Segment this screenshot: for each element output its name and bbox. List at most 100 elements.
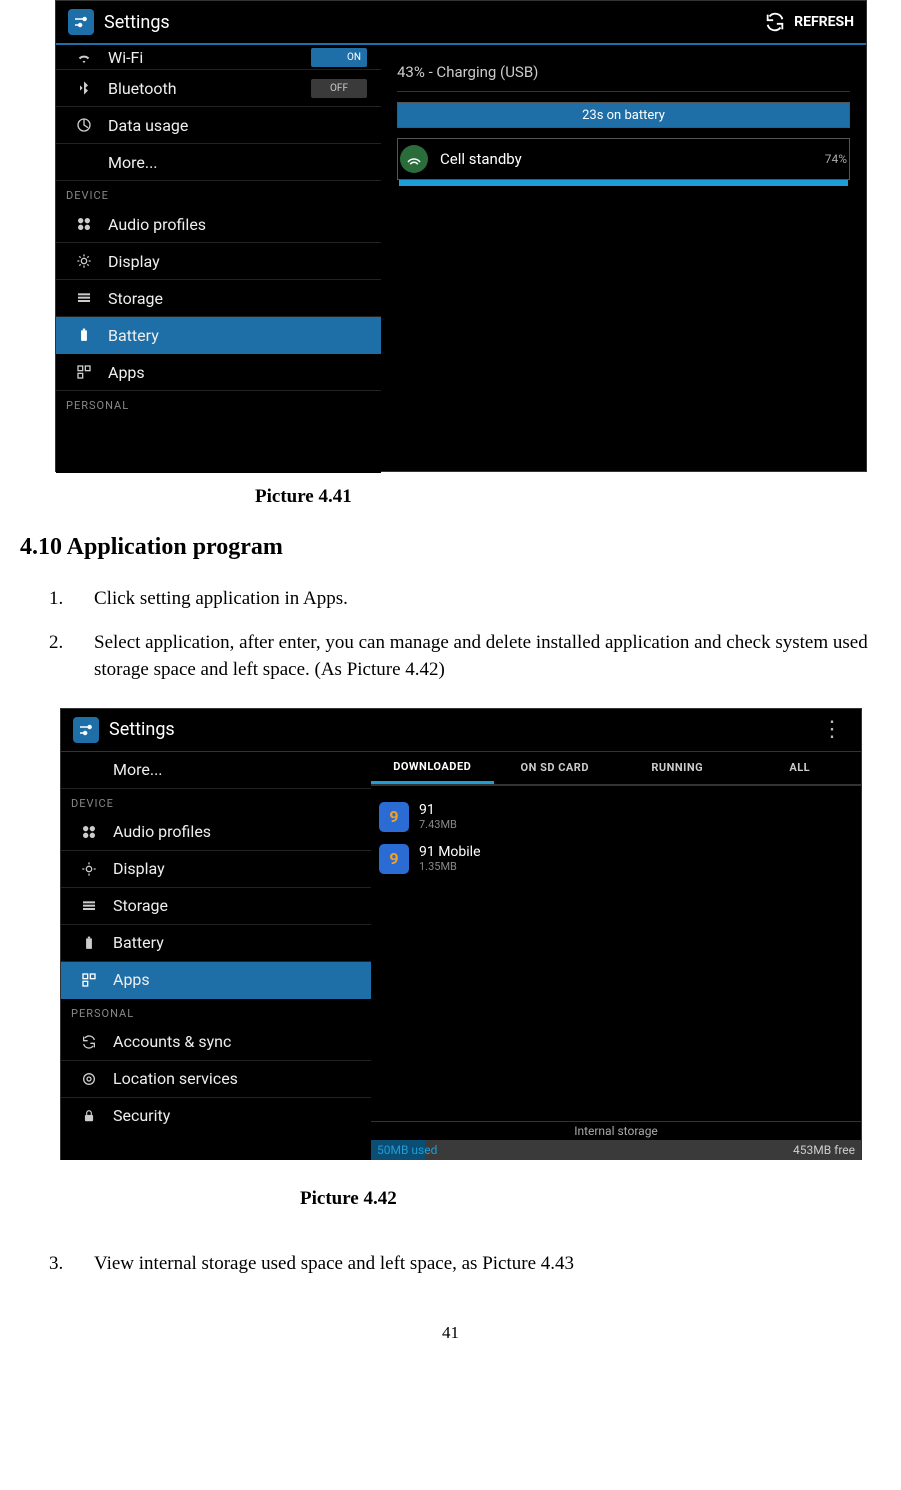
- sidebar-item-security[interactable]: Security: [61, 1098, 371, 1134]
- sidebar-item-apps[interactable]: Apps: [61, 962, 371, 999]
- step-1: Click setting application in Apps.: [68, 585, 881, 613]
- sidebar: More... DEVICE Audio profiles Display: [61, 752, 371, 1160]
- apps-label: Apps: [113, 970, 150, 989]
- sidebar-header-personal: PERSONAL: [56, 391, 381, 416]
- cell-standby-item[interactable]: Cell standby 74%: [397, 138, 850, 186]
- cell-standby-pct: 74%: [825, 152, 847, 166]
- sidebar-header-personal: PERSONAL: [61, 999, 371, 1024]
- sidebar-item-accounts-sync[interactable]: Accounts & sync: [61, 1024, 371, 1061]
- more-label: More...: [113, 760, 163, 779]
- app-icon: 9: [379, 844, 409, 874]
- sidebar-item-wifi[interactable]: Wi-Fi ON: [56, 45, 381, 70]
- battery-label: Battery: [108, 326, 159, 345]
- sidebar-item-more[interactable]: More...: [56, 144, 381, 181]
- sidebar-item-storage[interactable]: Storage: [56, 280, 381, 317]
- list-item[interactable]: 9 91 Mobile1.35MB: [371, 838, 861, 880]
- topbar: Settings REFRESH: [56, 1, 866, 45]
- app-icon: 9: [379, 802, 409, 832]
- page-number: 41: [20, 1323, 881, 1343]
- apps-label: Apps: [108, 363, 145, 382]
- list-item[interactable]: 9 917.43MB: [371, 796, 861, 838]
- battery-icon: [79, 935, 99, 951]
- apps-icon: [74, 364, 94, 380]
- settings-app-icon: [68, 9, 94, 35]
- refresh-label: REFRESH: [794, 14, 854, 30]
- battery-status[interactable]: 43% - Charging (USB): [397, 59, 850, 92]
- sidebar-item-storage[interactable]: Storage: [61, 888, 371, 925]
- sidebar-item-location-services[interactable]: Location services: [61, 1061, 371, 1098]
- storage-bar: 50MB used 453MB free: [371, 1140, 861, 1160]
- data-usage-label: Data usage: [108, 116, 188, 135]
- app-size: 7.43MB: [419, 818, 457, 831]
- storage-used: 50MB used: [377, 1143, 437, 1157]
- sidebar-item-display[interactable]: Display: [56, 243, 381, 280]
- tab-running[interactable]: RUNNING: [616, 752, 739, 784]
- cell-standby-icon: [400, 145, 428, 173]
- accounts-sync-label: Accounts & sync: [113, 1032, 231, 1051]
- caption-4-42: Picture 4.42: [300, 1188, 881, 1210]
- more-label: More...: [108, 153, 158, 172]
- refresh-icon: [764, 11, 786, 33]
- sidebar-item-data-usage[interactable]: Data usage: [56, 107, 381, 144]
- wifi-label: Wi-Fi: [108, 48, 143, 67]
- tab-on-sd-card[interactable]: ON SD CARD: [494, 752, 617, 784]
- storage-icon: [79, 898, 99, 914]
- app-name: 91 Mobile: [419, 844, 481, 860]
- overflow-menu-icon[interactable]: ⋮: [815, 717, 849, 742]
- bluetooth-label: Bluetooth: [108, 79, 177, 98]
- bluetooth-toggle[interactable]: OFF: [311, 79, 367, 98]
- sync-icon: [79, 1034, 99, 1050]
- app-name: 91: [419, 802, 457, 818]
- tabs: DOWNLOADED ON SD CARD RUNNING ALL: [371, 752, 861, 786]
- storage-free: 453MB free: [793, 1143, 855, 1157]
- audio-profiles-icon: [74, 216, 94, 232]
- data-usage-icon: [74, 117, 94, 133]
- app-size: 1.35MB: [419, 860, 481, 873]
- sidebar-item-audio-profiles[interactable]: Audio profiles: [61, 814, 371, 851]
- storage-label: Storage: [108, 289, 163, 308]
- apps-icon: [79, 972, 99, 988]
- battery-icon: [74, 327, 94, 343]
- screen-title: Settings: [104, 12, 170, 33]
- topbar: Settings ⋮: [61, 709, 861, 752]
- battery-label: Battery: [113, 933, 164, 952]
- lock-icon: [79, 1108, 99, 1124]
- wifi-toggle[interactable]: ON: [311, 48, 367, 67]
- battery-time-banner: 23s on battery: [397, 102, 850, 128]
- sidebar-item-audio-profiles[interactable]: Audio profiles: [56, 206, 381, 243]
- sidebar: Wi-Fi ON Bluetooth OFF Data usage: [56, 45, 381, 473]
- sidebar-item-display[interactable]: Display: [61, 851, 371, 888]
- tab-all[interactable]: ALL: [739, 752, 862, 784]
- sidebar-item-bluetooth[interactable]: Bluetooth OFF: [56, 70, 381, 107]
- wifi-icon: [74, 48, 94, 66]
- sidebar-item-more[interactable]: More...: [61, 752, 371, 789]
- app-list: 9 917.43MB 9 91 Mobile1.35MB: [371, 796, 861, 880]
- location-icon: [79, 1071, 99, 1087]
- screenshot-apps: Settings ⋮ More... DEVICE Audio profiles: [60, 708, 862, 1160]
- cell-standby-label: Cell standby: [440, 150, 813, 168]
- display-icon: [74, 253, 94, 269]
- display-icon: [79, 861, 99, 877]
- tab-downloaded[interactable]: DOWNLOADED: [371, 752, 494, 784]
- audio-profiles-icon: [79, 824, 99, 840]
- audio-profiles-label: Audio profiles: [108, 215, 206, 234]
- step-3: View internal storage used space and lef…: [68, 1250, 881, 1278]
- storage-icon: [74, 290, 94, 306]
- sidebar-item-battery[interactable]: Battery: [56, 317, 381, 354]
- sidebar-item-apps[interactable]: Apps: [56, 354, 381, 391]
- steps-list-cont: View internal storage used space and lef…: [68, 1250, 881, 1278]
- refresh-button[interactable]: REFRESH: [764, 11, 854, 33]
- screen-title: Settings: [109, 719, 175, 740]
- storage-label: Storage: [113, 896, 168, 915]
- settings-app-icon: [73, 717, 99, 743]
- display-label: Display: [108, 252, 160, 271]
- caption-4-41: Picture 4.41: [255, 486, 881, 508]
- battery-pane: 43% - Charging (USB) 23s on battery Cell…: [381, 45, 866, 473]
- sidebar-item-battery[interactable]: Battery: [61, 925, 371, 962]
- step-2: Select application, after enter, you can…: [68, 629, 881, 684]
- steps-list: Click setting application in Apps. Selec…: [68, 585, 881, 684]
- bluetooth-icon: [74, 80, 94, 96]
- sidebar-header-device: DEVICE: [56, 181, 381, 206]
- apps-pane: DOWNLOADED ON SD CARD RUNNING ALL 9 917.4…: [371, 752, 861, 1160]
- storage-label: Internal storage: [371, 1121, 861, 1140]
